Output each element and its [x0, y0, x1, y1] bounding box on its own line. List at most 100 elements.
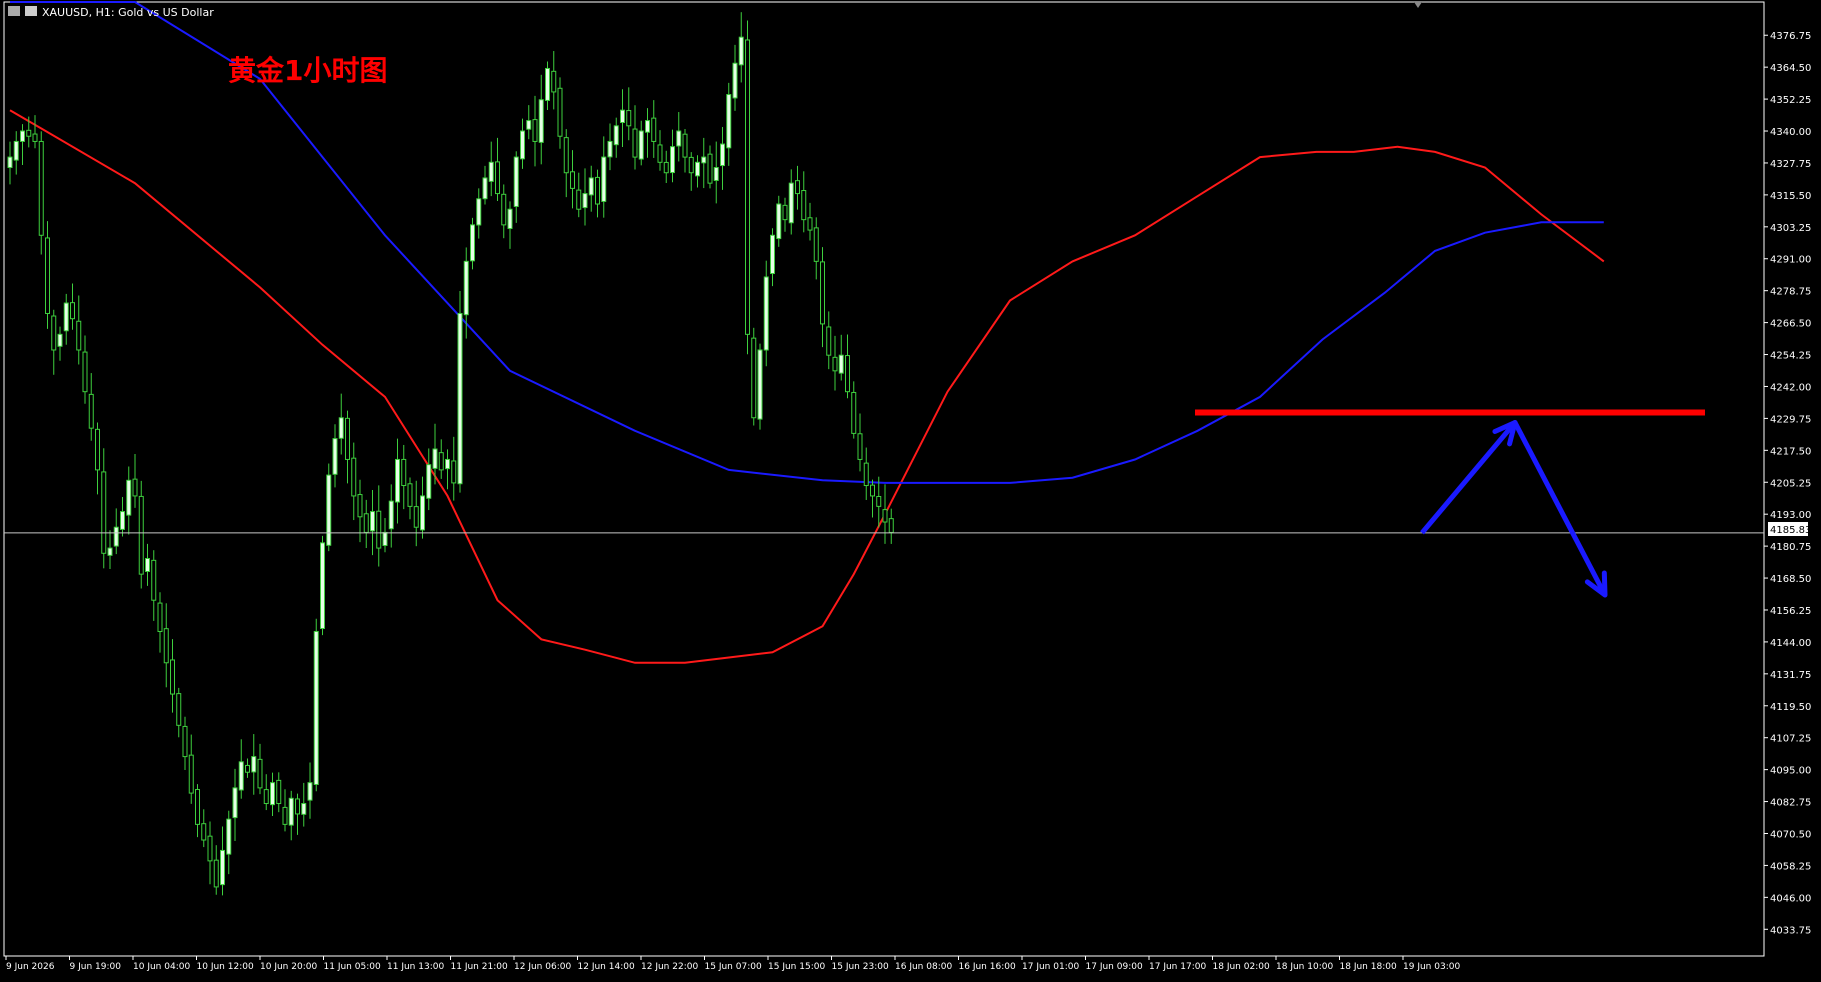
- x-tick-label: 12 Jun 06:00: [514, 962, 571, 972]
- candle-body: [195, 789, 200, 825]
- chart-background: [0, 0, 1821, 982]
- candle-body: [632, 128, 638, 158]
- y-tick-label: 4180.75: [1770, 542, 1811, 553]
- candle-body: [807, 217, 813, 231]
- candle-body: [713, 167, 719, 181]
- candle-body: [332, 438, 338, 475]
- y-tick-label: 4205.25: [1770, 478, 1811, 489]
- candle-body: [301, 803, 307, 815]
- candle-body: [801, 190, 807, 221]
- candle-body: [388, 500, 394, 530]
- candle-body: [163, 628, 169, 664]
- candle-body: [45, 237, 50, 314]
- y-tick-label: 4242.00: [1770, 382, 1811, 393]
- candle-body: [426, 464, 432, 499]
- candle-body: [670, 146, 675, 174]
- candle-body: [57, 333, 63, 347]
- candle-body: [357, 494, 363, 518]
- y-tick-label: 4168.50: [1770, 574, 1811, 585]
- current-price-label: 4185.83: [1770, 525, 1811, 536]
- candle-body: [826, 326, 832, 356]
- y-tick-label: 4095.00: [1770, 766, 1811, 777]
- chart-title: 黄金1小时图: [228, 54, 387, 87]
- candle-body: [457, 312, 463, 485]
- candle-body: [870, 484, 875, 497]
- candle-body: [751, 337, 757, 419]
- x-tick-label: 18 Jun 10:00: [1276, 962, 1333, 972]
- candle-body: [888, 518, 894, 533]
- candle-body: [295, 798, 300, 815]
- x-tick-label: 18 Jun 18:00: [1340, 962, 1397, 972]
- candle-body: [851, 391, 857, 434]
- price-chart[interactable]: 4376.75 4364.50 4352.25 4340.00 4327.75 4315.…: [0, 0, 1821, 982]
- candle-body: [282, 806, 288, 825]
- candle-body: [345, 417, 350, 460]
- candle-body: [420, 495, 425, 531]
- candle-body: [607, 140, 613, 158]
- candle-body: [38, 140, 44, 236]
- candle-body: [701, 156, 707, 164]
- candle-body: [776, 203, 782, 240]
- y-tick-label: 4364.50: [1770, 63, 1811, 74]
- candle-body: [813, 227, 819, 262]
- x-tick-label: 11 Jun 13:00: [387, 962, 444, 972]
- candle-body: [220, 849, 225, 886]
- candle-body: [613, 125, 619, 146]
- candle-body: [95, 428, 100, 471]
- candle-body: [270, 782, 275, 806]
- x-tick-label: 17 Jun 17:00: [1149, 962, 1206, 972]
- candle-body: [495, 161, 500, 195]
- candle-body: [176, 693, 182, 726]
- candle-body: [82, 351, 88, 393]
- candle-body: [170, 659, 175, 695]
- candle-body: [451, 460, 457, 484]
- candle-body: [320, 542, 325, 630]
- menu-icon[interactable]: [8, 6, 20, 16]
- candle-body: [7, 156, 13, 169]
- candle-body: [726, 94, 732, 149]
- x-tick-label: 19 Jun 03:00: [1403, 962, 1460, 972]
- candle-body: [720, 143, 725, 167]
- candle-body: [20, 130, 25, 142]
- y-tick-label: 4119.50: [1770, 702, 1811, 713]
- candle-body: [738, 36, 744, 66]
- candle-body: [351, 457, 357, 497]
- candle-body: [526, 120, 532, 130]
- candle-body: [757, 349, 763, 420]
- candle-body: [445, 458, 450, 470]
- candle-body: [245, 764, 250, 773]
- x-tick-label: 9 Jun 19:00: [70, 962, 122, 972]
- candle-body: [863, 462, 869, 487]
- y-tick-label: 4033.75: [1770, 925, 1811, 936]
- candle-body: [401, 458, 407, 487]
- candle-body: [620, 109, 625, 124]
- candle-body: [745, 39, 750, 335]
- y-tick-label: 4082.75: [1770, 798, 1811, 809]
- candle-body: [213, 859, 219, 888]
- candle-body: [657, 144, 663, 163]
- y-tick-label: 4193.00: [1770, 510, 1811, 521]
- y-tick-label: 4107.25: [1770, 734, 1811, 745]
- candle-body: [226, 818, 232, 855]
- x-tick-label: 10 Jun 04:00: [133, 962, 190, 972]
- y-tick-label: 4070.50: [1770, 829, 1811, 840]
- candle-body: [157, 602, 163, 632]
- candle-body: [788, 182, 794, 224]
- candle-body: [407, 483, 413, 507]
- y-tick-label: 4217.50: [1770, 446, 1811, 457]
- candle-body: [682, 133, 688, 158]
- candle-body: [638, 130, 644, 160]
- y-tick-label: 4254.25: [1770, 351, 1811, 362]
- candle-body: [576, 189, 582, 210]
- candle-body: [51, 315, 57, 351]
- chart-type-icon[interactable]: [25, 6, 37, 16]
- symbol-title: XAUUSD, H1: Gold vs US Dollar: [42, 6, 214, 19]
- y-tick-label: 4266.50: [1770, 319, 1811, 330]
- candle-body: [557, 87, 563, 137]
- x-tick-label: 10 Jun 20:00: [260, 962, 317, 972]
- candle-body: [582, 193, 588, 209]
- y-tick-label: 4278.75: [1770, 287, 1811, 298]
- candle-body: [70, 302, 75, 320]
- candle-body: [313, 630, 319, 785]
- x-tick-label: 17 Jun 01:00: [1022, 962, 1079, 972]
